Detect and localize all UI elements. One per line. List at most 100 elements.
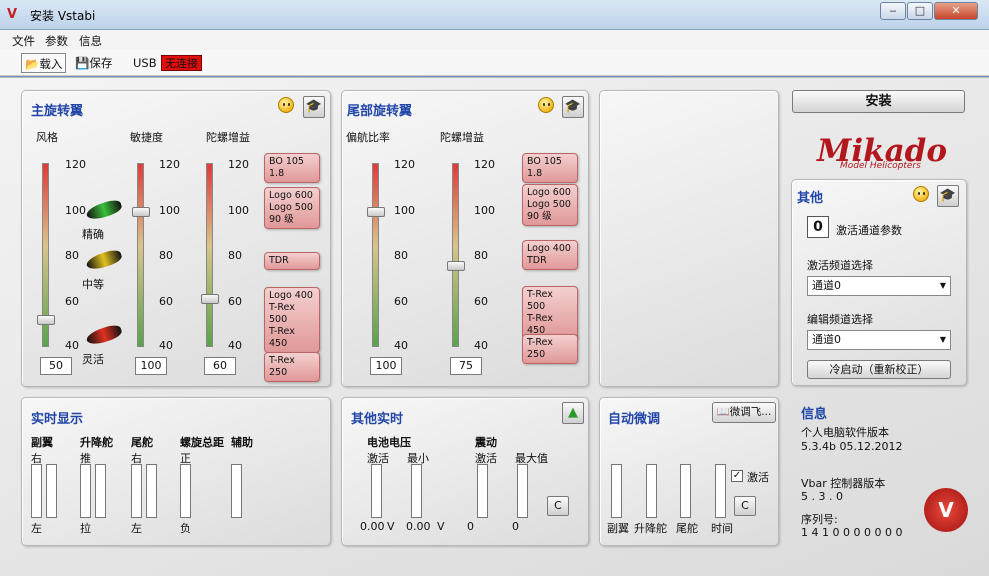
gyro-slider-track[interactable] (206, 163, 213, 347)
rudder-bar-2 (146, 464, 157, 518)
scale-label: 100 (474, 204, 495, 217)
expert-hat-icon[interactable]: 🎓 (303, 96, 325, 118)
scale-label: 40 (228, 339, 242, 352)
install-button[interactable]: 安装 (792, 90, 965, 113)
client-area: 主旋转翼 🎓 风格 敏捷度 陀螺增益 120 100 80 60 40 120 … (0, 77, 989, 576)
activation-channel-select[interactable]: 通道0 ▼ (807, 276, 951, 296)
style-value-field[interactable]: 50 (40, 357, 72, 375)
pitch-bottom-label: 负 (180, 522, 191, 535)
scale-label: 120 (159, 158, 180, 171)
gyro-slider-thumb[interactable] (201, 293, 219, 304)
scale-label: 40 (474, 339, 488, 352)
callout-logo400: Logo 400 T-Rex 500 T-Rex 450 (264, 287, 320, 353)
scale-label: 120 (394, 158, 415, 171)
scale-label: 100 (159, 204, 180, 217)
pitch-label: 螺旋总距 (180, 436, 224, 449)
tail-rotor-panel: 尾部旋转翼 🎓 偏航比率 陀螺增益 120 100 80 60 40 120 1… (341, 90, 589, 387)
pc-version-label: 个人电脑软件版本 (801, 426, 889, 439)
expert-hat-icon[interactable]: 🎓 (937, 185, 959, 207)
cold-start-button[interactable]: 冷启动（重新校正） (807, 360, 951, 379)
yaw-slider-track[interactable] (372, 163, 379, 347)
connection-status: 无连接 (161, 55, 202, 71)
expert-hat-icon[interactable]: 🎓 (562, 96, 584, 118)
agility-slider-thumb[interactable] (132, 206, 150, 217)
scale-label: 120 (228, 158, 249, 171)
menu-file[interactable]: 文件 (12, 33, 35, 49)
vibration-active-bar (477, 464, 488, 518)
menu-params[interactable]: 参数 (45, 33, 68, 49)
voltage-min-bar (411, 464, 422, 518)
scale-label: 40 (65, 339, 79, 352)
menu-info[interactable]: 信息 (79, 33, 102, 49)
main-rotor-title: 主旋转翼 (31, 104, 84, 119)
aux-label: 辅助 (231, 436, 253, 449)
scale-label: 80 (474, 249, 488, 262)
close-button[interactable]: ✕ (934, 2, 978, 20)
smiley-icon[interactable] (278, 97, 294, 113)
activation-channel-label: 激活频道选择 (807, 259, 873, 272)
minimize-button[interactable]: ‒ (880, 2, 906, 20)
edit-channel-label: 编辑频道选择 (807, 313, 873, 326)
trim-flight-button[interactable]: 📖微调飞... (712, 402, 776, 423)
maximize-button[interactable]: □ (907, 2, 933, 20)
dropdown-arrow-icon: ▼ (939, 281, 946, 290)
elevator-bar-1 (80, 464, 91, 518)
scale-label: 80 (394, 249, 408, 262)
callout-tdr: TDR (264, 252, 320, 270)
trim-aileron-label: 副翼 (607, 522, 629, 535)
voltage-min-value: 0.00 (406, 520, 431, 533)
smiley-icon[interactable] (913, 186, 929, 202)
load-label: 载入 (39, 57, 63, 71)
agility-slider-track[interactable] (137, 163, 144, 347)
style-label: 风格 (36, 131, 58, 144)
pc-version-value: 5.3.4b 05.12.2012 (801, 440, 903, 453)
tail-gyro-slider-track[interactable] (452, 163, 459, 347)
vbar-version-value: 5 . 3 . 0 (801, 490, 843, 503)
smiley-icon[interactable] (538, 97, 554, 113)
chart-icon[interactable]: ▲ (562, 402, 584, 424)
menu-bar: 文件 参数 信息 (0, 30, 989, 50)
aileron-bar-2 (46, 464, 57, 518)
title-bar: V 安装 Vstabi ‒ □ ✕ (0, 0, 989, 30)
voltage-unit: V (437, 520, 445, 533)
gyro-value-field[interactable]: 60 (204, 357, 236, 375)
scale-label: 100 (65, 204, 86, 217)
window-title: 安装 Vstabi (30, 9, 96, 23)
callout-logo600: Logo 600 Logo 500 90 级 (264, 187, 320, 229)
other-realtime-panel: 其他实时 ▲ 电池电压 震动 激活 最小 激活 最大值 0.00 V 0.00 … (341, 397, 589, 546)
helicopter-precise-icon (84, 197, 124, 223)
realtime-title: 实时显示 (31, 412, 84, 427)
tail-gyro-slider-thumb[interactable] (447, 260, 465, 271)
save-button[interactable]: 💾保存 (75, 53, 112, 73)
style-slider-thumb[interactable] (37, 315, 55, 326)
save-icon: 💾 (75, 56, 90, 70)
app-icon: V (7, 7, 18, 22)
scale-label: 40 (394, 339, 408, 352)
empty-panel (599, 90, 779, 387)
rudder-label: 尾舵 (131, 436, 153, 449)
voltage-active-value: 0.00 (360, 520, 385, 533)
yaw-slider-thumb[interactable] (367, 206, 385, 217)
activation-channel-value: 通道0 (812, 279, 841, 292)
save-label: 保存 (89, 56, 113, 70)
reset-trim-button[interactable]: C (734, 496, 756, 516)
activate-checkbox[interactable]: ✓ (731, 470, 743, 482)
yaw-value-field[interactable]: 100 (370, 357, 402, 375)
scale-label: 60 (474, 295, 488, 308)
elevator-bar-2 (95, 464, 106, 518)
scale-label: 60 (228, 295, 242, 308)
tail-gyro-value-field[interactable]: 75 (450, 357, 482, 375)
scale-label: 80 (159, 249, 173, 262)
activate-label: 激活 (747, 471, 769, 484)
scale-label: 60 (65, 295, 79, 308)
reset-vibration-button[interactable]: C (547, 496, 569, 516)
elevator-label: 升降舵 (80, 436, 113, 449)
load-button[interactable]: 📂载入 (21, 53, 67, 73)
agility-label: 敏捷度 (130, 131, 163, 144)
scale-label: 100 (394, 204, 415, 217)
edit-channel-value: 通道0 (812, 333, 841, 346)
agility-value-field[interactable]: 100 (135, 357, 167, 375)
toolbar: 📂载入 💾保存 USB 无连接 (0, 50, 989, 76)
edit-channel-select[interactable]: 通道0 ▼ (807, 330, 951, 350)
voltage-unit: V (387, 520, 395, 533)
